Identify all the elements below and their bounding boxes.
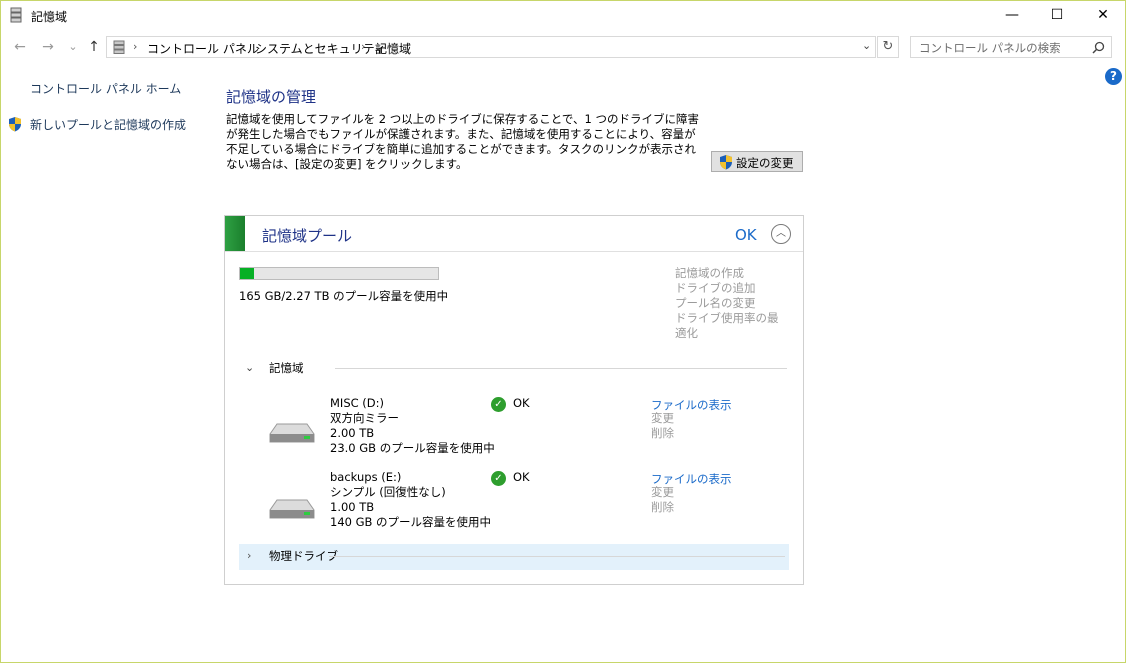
breadcrumb-separator: › — [241, 40, 246, 53]
refresh-icon[interactable]: ↻ — [877, 36, 899, 58]
storage-pool-title: 記憶域プール — [262, 227, 353, 245]
space-size: 2.00 TB — [330, 426, 375, 440]
breadcrumb-system-security[interactable]: システムとセキュリティ — [255, 40, 386, 57]
drive-icon — [269, 499, 315, 519]
breadcrumb-storage[interactable]: 記憶域 — [375, 40, 411, 57]
space-name: MISC (D:) — [330, 396, 385, 410]
space-type: 双方向ミラー — [330, 411, 399, 425]
page-title: 記憶域の管理 — [226, 88, 317, 106]
storage-app-icon — [10, 7, 22, 23]
search-icon[interactable] — [1092, 41, 1105, 54]
page-description: 記憶域を使用してファイルを 2 つ以上のドライブに保存することで、1 つのドライ… — [226, 112, 699, 171]
recent-locations-icon[interactable]: ⌄ — [63, 37, 83, 57]
create-space-link[interactable]: 記憶域の作成 — [675, 266, 744, 281]
drive-icon — [269, 423, 315, 443]
uac-shield-icon — [9, 117, 21, 132]
breadcrumb-separator: › — [133, 40, 138, 53]
close-button[interactable]: ✕ — [1080, 0, 1126, 30]
address-dropdown-icon[interactable]: ⌄ — [862, 39, 871, 52]
space-name: backups (E:) — [330, 470, 402, 484]
ok-check-icon: ✓ — [491, 471, 506, 486]
optimize-drive-usage-link[interactable]: ドライブ使用率の最適化 — [675, 311, 783, 341]
collapse-chevron-icon[interactable]: ︿ — [771, 224, 791, 244]
space-size: 1.00 TB — [330, 500, 375, 514]
physical-drives-label: 物理ドライブ — [269, 549, 338, 563]
add-drives-link[interactable]: ドライブの追加 — [675, 281, 756, 296]
change-settings-button[interactable]: 設定の変更 — [711, 151, 803, 172]
maximize-button[interactable]: ☐ — [1034, 0, 1080, 30]
ok-check-icon: ✓ — [491, 397, 506, 412]
space-status: OK — [513, 396, 530, 410]
pool-status-bar — [225, 216, 245, 251]
minimize-button[interactable]: — — [989, 0, 1035, 30]
section-divider — [329, 556, 785, 557]
sidebar-create-pool[interactable]: 新しいプールと記憶域の作成 — [30, 116, 186, 133]
pool-usage-fill — [240, 268, 254, 279]
search-placeholder: コントロール パネルの検索 — [919, 41, 1061, 55]
physical-expand-chevron-icon[interactable]: › — [247, 549, 251, 562]
pool-usage-bar — [239, 267, 439, 280]
window-title: 記憶域 — [31, 10, 68, 24]
change-space-link[interactable]: 変更 — [651, 485, 674, 500]
search-input[interactable]: コントロール パネルの検索 — [910, 36, 1112, 58]
space-used: 23.0 GB のプール容量を使用中 — [330, 441, 495, 455]
storage-pool-panel: 記憶域プール OK ︿ 165 GB/2.27 TB のプール容量を使用中 記憶… — [224, 215, 804, 585]
back-arrow-icon[interactable]: ← — [10, 37, 30, 57]
spaces-section-label: 記憶域 — [269, 361, 304, 375]
physical-drives-section[interactable]: › 物理ドライブ — [239, 544, 789, 570]
section-divider — [335, 368, 787, 369]
storage-location-icon — [113, 40, 125, 54]
storage-pool-header: 記憶域プール OK ︿ — [225, 216, 803, 252]
space-type: シンプル (回復性なし) — [330, 485, 446, 499]
delete-space-link[interactable]: 削除 — [651, 500, 674, 515]
rename-pool-link[interactable]: プール名の変更 — [675, 296, 756, 311]
change-settings-label: 設定の変更 — [736, 156, 794, 170]
spaces-expand-chevron-icon[interactable]: ⌄ — [245, 361, 254, 374]
up-arrow-icon[interactable]: ↑ — [84, 37, 104, 57]
pool-usage-text: 165 GB/2.27 TB のプール容量を使用中 — [239, 289, 449, 303]
space-used: 140 GB のプール容量を使用中 — [330, 515, 492, 529]
delete-space-link[interactable]: 削除 — [651, 426, 674, 441]
sidebar-control-panel-home[interactable]: コントロール パネル ホーム — [30, 80, 181, 97]
storage-pool-status: OK — [735, 226, 757, 244]
uac-shield-icon — [720, 155, 732, 170]
change-space-link[interactable]: 変更 — [651, 411, 674, 426]
title-bar: 記憶域 — ☐ ✕ — [0, 0, 1126, 32]
forward-arrow-icon[interactable]: → — [38, 37, 58, 57]
breadcrumb-separator: › — [361, 40, 366, 53]
address-bar[interactable]: › コントロール パネル › システムとセキュリティ › 記憶域 ⌄ — [106, 36, 876, 58]
space-status: OK — [513, 470, 530, 484]
help-icon[interactable]: ? — [1105, 68, 1122, 85]
